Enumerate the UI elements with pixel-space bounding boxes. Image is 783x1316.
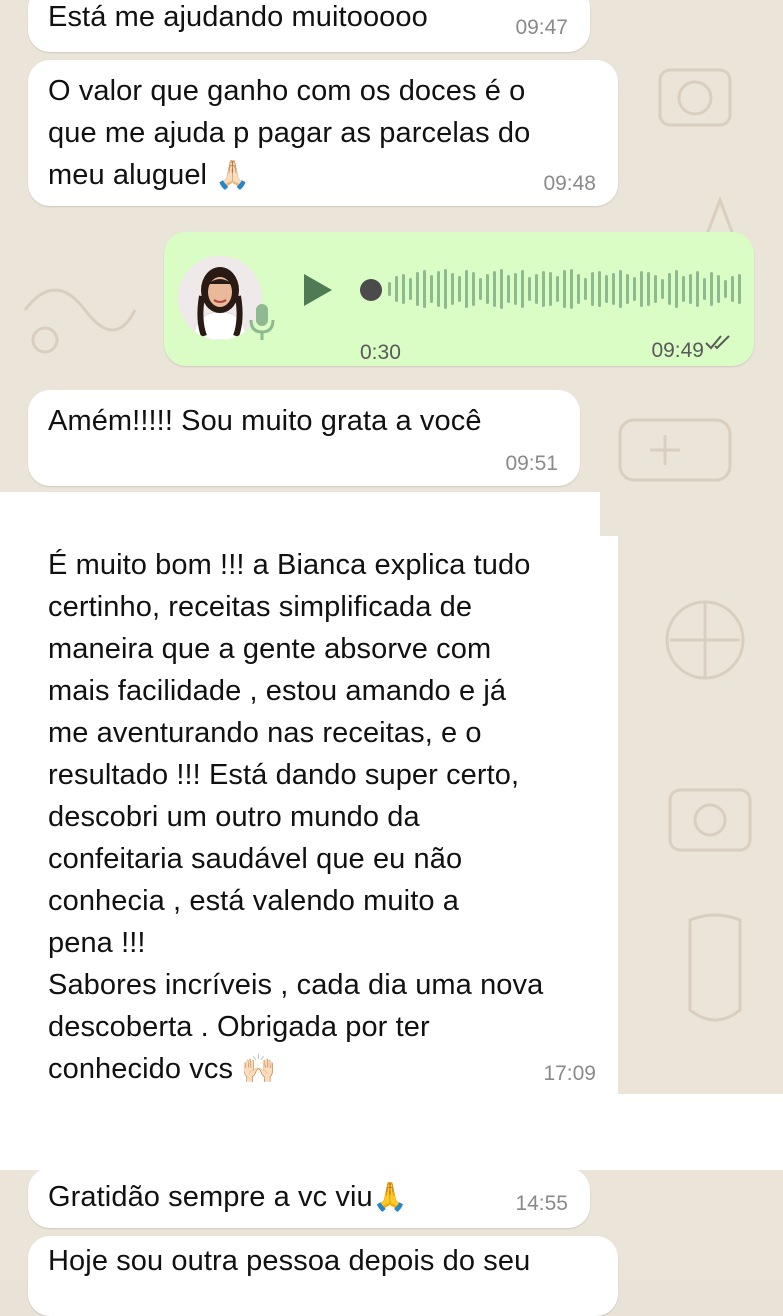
waveform-bar: [668, 273, 671, 305]
waveform-bar: [486, 274, 489, 304]
incoming-message[interactable]: Está me ajudando muitooooo 09:47: [28, 0, 590, 52]
highlight-band: [0, 1094, 783, 1170]
wallpaper-doodle-icon: [665, 600, 745, 680]
waveform-bar: [388, 282, 391, 296]
waveform-bar: [437, 271, 440, 307]
voice-duration: 0:30: [360, 341, 401, 364]
message-time: 09:49: [651, 339, 704, 362]
message-time: 14:55: [515, 1192, 568, 1215]
waveform-bar: [619, 270, 622, 308]
wallpaper-doodle-icon: [688, 913, 742, 1022]
waveform-bar: [654, 275, 657, 303]
waveform-bar: [479, 278, 482, 300]
waveform-bar: [731, 276, 734, 302]
message-time: 17:09: [543, 1062, 596, 1085]
waveform-bar: [549, 272, 552, 306]
outgoing-voice-message[interactable]: 0:30 09:49: [164, 232, 754, 366]
play-icon[interactable]: [300, 270, 336, 310]
waveform-bar: [661, 279, 664, 299]
microphone-icon: [249, 304, 275, 340]
message-time: 09:48: [543, 172, 596, 195]
waveform-bar: [647, 272, 650, 306]
wallpaper-doodle-icon: [658, 68, 732, 127]
waveform-bar: [458, 276, 461, 302]
waveform-bar: [430, 275, 433, 303]
waveform-bar: [570, 269, 573, 309]
waveform-bar: [451, 273, 454, 305]
waveform-bar: [542, 271, 545, 307]
message-text: Amém!!!!! Sou muito grata a você: [48, 405, 482, 437]
waveform-bar: [598, 271, 601, 307]
waveform-bar: [395, 276, 398, 302]
waveform-bar: [528, 277, 531, 301]
incoming-message[interactable]: Hoje sou outra pessoa depois do seu: [28, 1236, 618, 1316]
waveform-bar: [640, 271, 643, 307]
message-time: 09:51: [505, 452, 558, 475]
incoming-message[interactable]: Gratidão sempre a vc viu🙏 14:55: [28, 1168, 590, 1228]
waveform[interactable]: [388, 264, 741, 314]
waveform-bar: [612, 273, 615, 305]
message-text: Está me ajudando muitooooo: [48, 1, 428, 33]
waveform-bar: [514, 273, 517, 305]
waveform-bar: [444, 269, 447, 309]
double-check-icon: [705, 335, 730, 350]
waveform-bar: [689, 274, 692, 304]
waveform-bar: [563, 270, 566, 308]
waveform-bar: [472, 272, 475, 306]
waveform-bar: [703, 278, 706, 300]
message-text: É muito bom !!! a Bianca explica tudo ce…: [48, 549, 544, 1085]
message-text: Hoje sou outra pessoa depois do seu: [48, 1245, 531, 1277]
waveform-bar: [577, 274, 580, 304]
waveform-bar: [696, 271, 699, 307]
message-text: O valor que ganho com os doces é o que m…: [48, 75, 531, 191]
waveform-bar: [423, 270, 426, 308]
waveform-bar: [402, 274, 405, 304]
waveform-bar: [591, 272, 594, 306]
waveform-bar: [416, 272, 419, 306]
waveform-bar: [675, 270, 678, 308]
waveform-bar: [605, 275, 608, 303]
praying-hands-emoji: 🙏: [372, 1181, 408, 1212]
waveform-bar: [724, 280, 727, 298]
raising-hands-emoji: 🙌🏻: [241, 1053, 277, 1084]
waveform-bar: [633, 277, 636, 301]
waveform-bar: [556, 276, 559, 302]
waveform-bar: [584, 278, 587, 300]
wallpaper-doodle-icon: [668, 788, 752, 852]
incoming-message[interactable]: Amém!!!!! Sou muito grata a você 09:51: [28, 390, 580, 486]
praying-hands-emoji: 🙏🏻: [215, 159, 251, 190]
incoming-message[interactable]: É muito bom !!! a Bianca explica tudo ce…: [28, 536, 618, 1096]
message-text: Gratidão sempre a vc viu🙏: [48, 1181, 408, 1213]
wallpaper-doodle-icon: [618, 418, 732, 482]
waveform-bar: [500, 269, 503, 309]
waveform-bar: [710, 272, 713, 306]
wallpaper-doodle-icon: [23, 288, 137, 354]
waveform-bar: [493, 271, 496, 307]
waveform-bar: [717, 275, 720, 303]
incoming-message[interactable]: O valor que ganho com os doces é o que m…: [28, 60, 618, 206]
waveform-bar: [535, 274, 538, 304]
waveform-bar: [738, 274, 741, 304]
waveform-bar: [465, 270, 468, 308]
waveform-bar: [507, 275, 510, 303]
playback-position-dot[interactable]: [360, 279, 382, 301]
message-time: 09:47: [515, 16, 568, 39]
waveform-bar: [626, 274, 629, 304]
waveform-bar: [409, 278, 412, 300]
waveform-bar: [521, 270, 524, 308]
waveform-bar: [682, 276, 685, 302]
